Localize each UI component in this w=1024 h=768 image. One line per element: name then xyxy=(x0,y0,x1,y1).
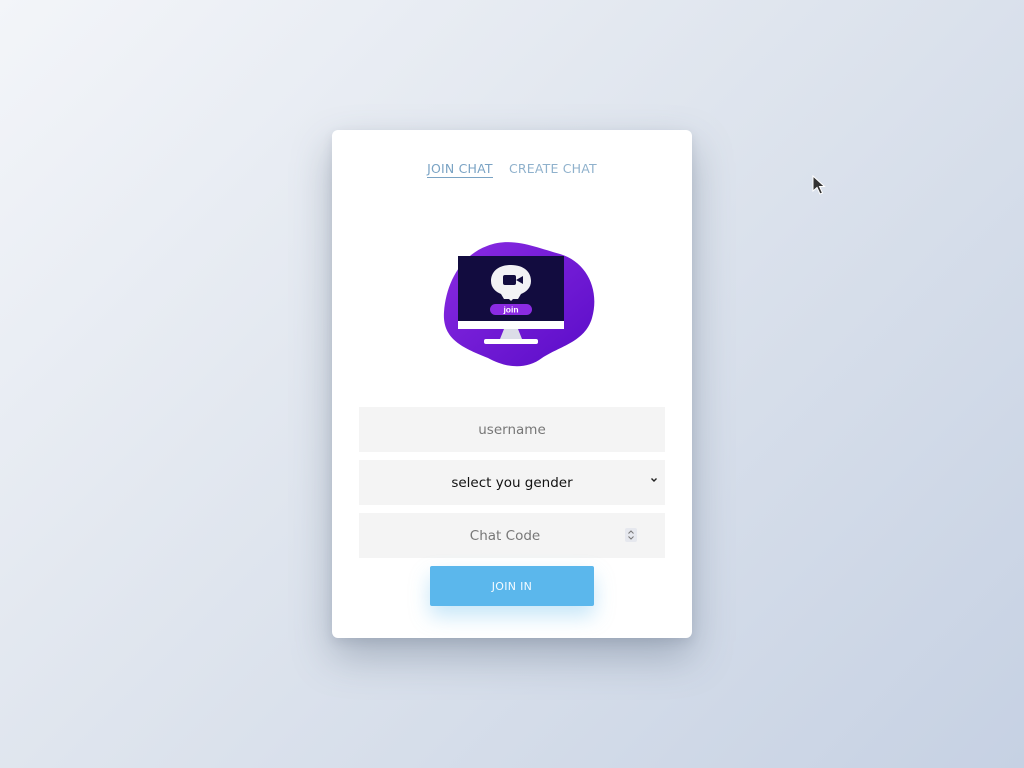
chat-code-field[interactable]: Chat Code xyxy=(359,513,665,558)
tab-create-chat[interactable]: CREATE CHAT xyxy=(509,161,597,177)
chat-code-placeholder: Chat Code xyxy=(469,527,541,544)
gender-select-value: select you gender xyxy=(451,474,573,491)
spinner-icon[interactable] xyxy=(625,528,637,542)
tab-bar: JOIN CHAT CREATE CHAT xyxy=(332,161,692,178)
mouse-pointer-icon xyxy=(812,175,826,195)
illustration-join-label: join xyxy=(502,305,518,315)
join-in-button[interactable]: JOIN IN xyxy=(430,566,594,606)
chevron-down-icon xyxy=(651,478,657,482)
video-chat-illustration: join xyxy=(443,242,595,367)
gender-select[interactable]: select you gender xyxy=(359,460,665,505)
join-chat-card: JOIN CHAT CREATE CHAT join select you xyxy=(332,130,692,638)
username-input[interactable] xyxy=(359,407,665,452)
tab-join-chat[interactable]: JOIN CHAT xyxy=(427,161,493,178)
